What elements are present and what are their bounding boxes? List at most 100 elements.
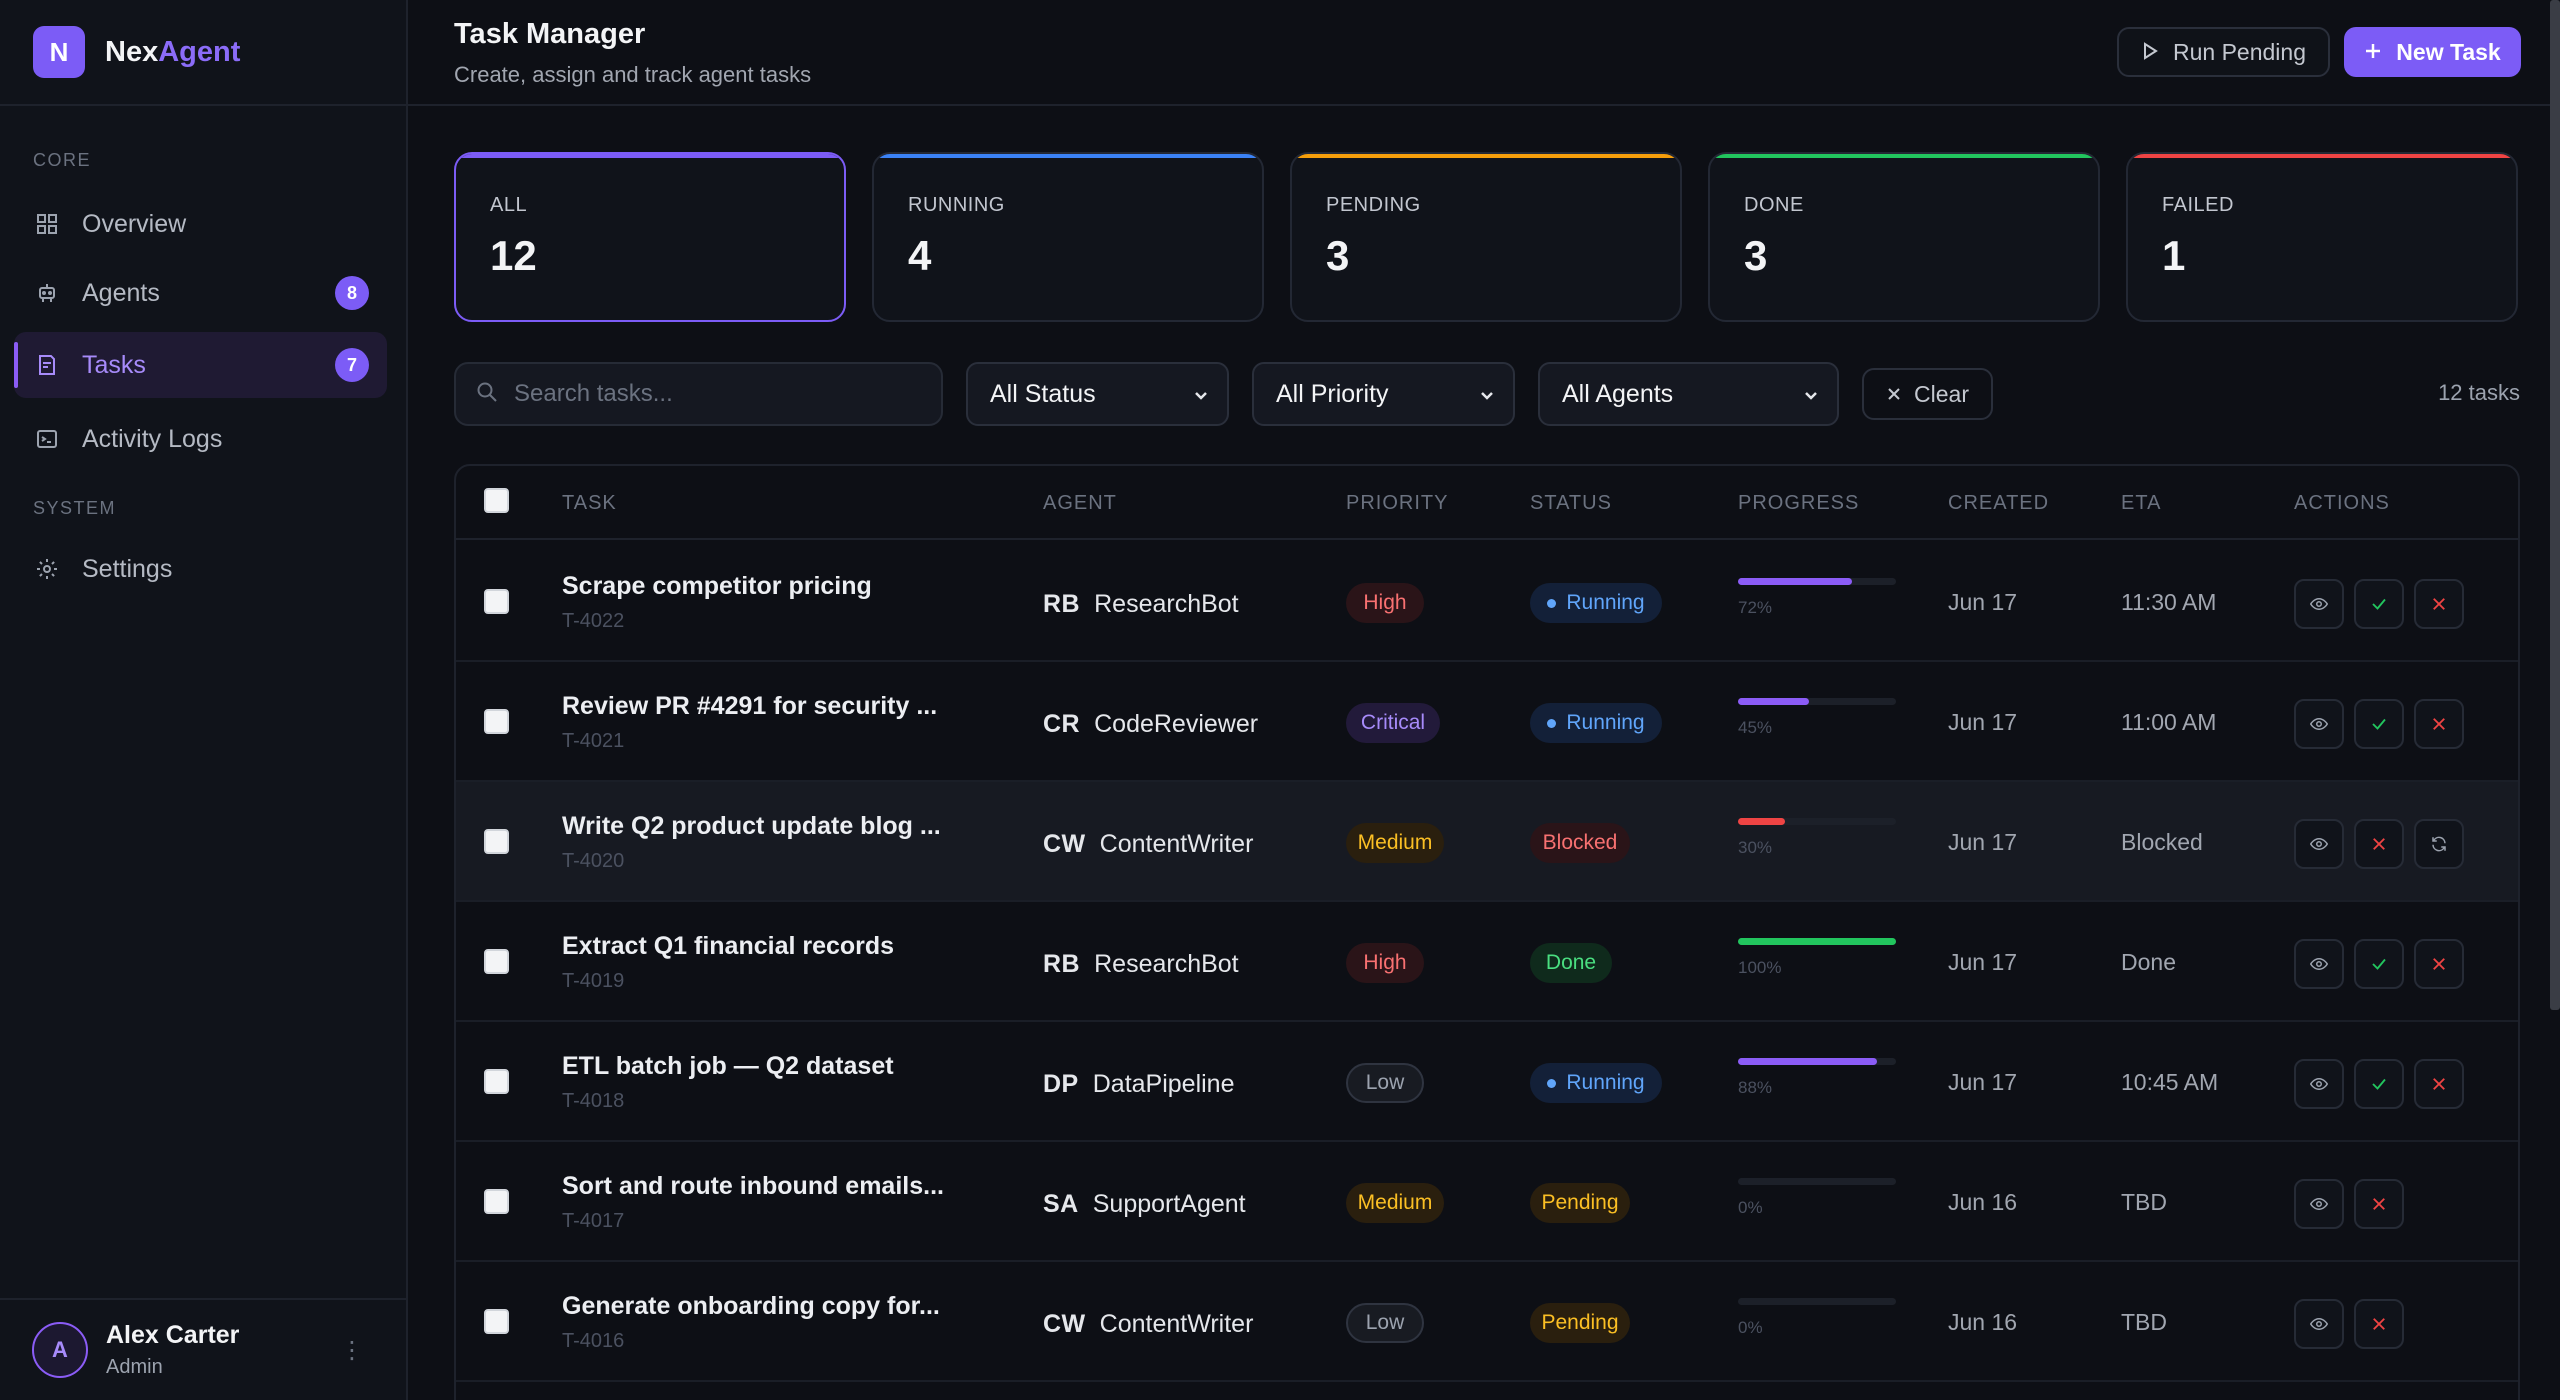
created-date: Jun 16 bbox=[1948, 1189, 2018, 1215]
stat-card-done[interactable]: DONE 3 bbox=[1708, 152, 2100, 322]
close-icon bbox=[2370, 835, 2388, 853]
cancel-task-button[interactable] bbox=[2414, 939, 2464, 989]
column-header-progress[interactable]: PROGRESS bbox=[1738, 492, 1859, 515]
search-box[interactable] bbox=[454, 362, 943, 426]
task-title[interactable]: Generate onboarding copy for... bbox=[562, 1292, 940, 1321]
stat-label: ALL bbox=[490, 194, 528, 216]
task-title[interactable]: Write Q2 product update blog ... bbox=[562, 812, 941, 841]
close-icon bbox=[2370, 1195, 2388, 1213]
new-task-button[interactable]: New Task bbox=[2344, 27, 2521, 77]
status-badge: Done bbox=[1530, 943, 1612, 983]
sidebar-item-agents[interactable]: Agents 8 bbox=[14, 260, 387, 326]
task-title[interactable]: Sort and route inbound emails... bbox=[562, 1172, 944, 1201]
task-title[interactable]: Scrape competitor pricing bbox=[562, 572, 872, 601]
brand[interactable]: N NexAgent bbox=[0, 0, 406, 106]
row-checkbox[interactable] bbox=[484, 709, 509, 734]
task-title[interactable]: ETL batch job — Q2 dataset bbox=[562, 1052, 894, 1081]
agent-name: CodeReviewer bbox=[1094, 710, 1259, 738]
row-checkbox[interactable] bbox=[484, 1309, 509, 1334]
close-icon bbox=[2430, 1075, 2448, 1093]
agent-cell: RB ResearchBot bbox=[1043, 950, 1239, 979]
column-header-eta[interactable]: ETA bbox=[2121, 492, 2161, 515]
eye-icon bbox=[2310, 595, 2328, 613]
table-row[interactable]: Sort and route inbound emails... T-4017 SA… bbox=[456, 1142, 2518, 1262]
retry-task-button[interactable] bbox=[2414, 819, 2464, 869]
cancel-task-button[interactable] bbox=[2414, 579, 2464, 629]
view-task-button[interactable] bbox=[2294, 1299, 2344, 1349]
select-all-checkbox[interactable] bbox=[484, 488, 509, 513]
scrollbar[interactable] bbox=[2550, 0, 2560, 1010]
stat-value: 3 bbox=[1744, 232, 1768, 279]
clear-filters-button[interactable]: Clear bbox=[1862, 368, 1993, 420]
search-input[interactable] bbox=[514, 380, 914, 408]
table-row[interactable]: Review PR #4291 for security ... T-4021 CR… bbox=[456, 662, 2518, 782]
column-header-priority[interactable]: PRIORITY bbox=[1346, 492, 1448, 515]
approve-task-button[interactable] bbox=[2354, 939, 2404, 989]
more-options-icon[interactable]: ⋮ bbox=[340, 1336, 364, 1365]
view-task-button[interactable] bbox=[2294, 939, 2344, 989]
view-task-button[interactable] bbox=[2294, 699, 2344, 749]
cancel-task-button[interactable] bbox=[2354, 819, 2404, 869]
sidebar-item-overview[interactable]: Overview bbox=[14, 191, 387, 257]
table-row[interactable]: Extract Q1 financial records T-4019 RB Rese… bbox=[456, 902, 2518, 1022]
view-task-button[interactable] bbox=[2294, 1059, 2344, 1109]
view-task-button[interactable] bbox=[2294, 579, 2344, 629]
stat-accent-bar bbox=[1710, 154, 2098, 158]
priority-filter-value: All Priority bbox=[1276, 379, 1389, 408]
column-header-task[interactable]: TASK bbox=[562, 492, 617, 515]
status-badge: Running bbox=[1530, 703, 1662, 743]
cancel-task-button[interactable] bbox=[2414, 699, 2464, 749]
row-checkbox[interactable] bbox=[484, 949, 509, 974]
progress-fill bbox=[1738, 698, 1810, 705]
check-icon bbox=[2370, 955, 2388, 973]
approve-task-button[interactable] bbox=[2354, 579, 2404, 629]
run-pending-label: Run Pending bbox=[2173, 38, 2306, 65]
status-dot bbox=[1547, 1078, 1557, 1088]
priority-label: Low bbox=[1365, 1071, 1405, 1094]
column-header-created[interactable]: CREATED bbox=[1948, 492, 2049, 515]
eta-value: TBD bbox=[2121, 1189, 2167, 1215]
sidebar-item-tasks[interactable]: Tasks 7 bbox=[14, 332, 387, 398]
table-row[interactable]: Scrape competitor pricing T-4022 RB Researc… bbox=[456, 542, 2518, 662]
approve-task-button[interactable] bbox=[2354, 1059, 2404, 1109]
stat-value: 3 bbox=[1326, 232, 1350, 279]
view-task-button[interactable] bbox=[2294, 1179, 2344, 1229]
stat-card-pending[interactable]: PENDING 3 bbox=[1290, 152, 1682, 322]
stat-card-all[interactable]: ALL 12 bbox=[454, 152, 846, 322]
gear-icon bbox=[34, 556, 60, 582]
stat-card-running[interactable]: RUNNING 4 bbox=[872, 152, 1264, 322]
cancel-task-button[interactable] bbox=[2414, 1059, 2464, 1109]
status-filter-select[interactable]: All Status bbox=[966, 362, 1229, 426]
stat-label: PENDING bbox=[1326, 194, 1421, 216]
stat-card-failed[interactable]: FAILED 1 bbox=[2126, 152, 2518, 322]
cancel-task-button[interactable] bbox=[2354, 1179, 2404, 1229]
row-checkbox[interactable] bbox=[484, 829, 509, 854]
column-header-status[interactable]: STATUS bbox=[1530, 492, 1612, 515]
tasks-count-badge: 7 bbox=[335, 348, 369, 382]
approve-task-button[interactable] bbox=[2354, 699, 2404, 749]
run-pending-button[interactable]: Run Pending bbox=[2117, 27, 2330, 77]
row-checkbox[interactable] bbox=[484, 589, 509, 614]
progress-bar bbox=[1738, 818, 1896, 825]
agent-name: ResearchBot bbox=[1094, 950, 1239, 978]
table-row[interactable]: ETL batch job — Q2 dataset T-4018 DP DataPi… bbox=[456, 1022, 2518, 1142]
task-id: T-4019 bbox=[562, 970, 625, 992]
task-title[interactable]: Extract Q1 financial records bbox=[562, 932, 894, 961]
terminal-icon bbox=[34, 426, 60, 452]
sidebar-item-activity-logs[interactable]: Activity Logs bbox=[14, 406, 387, 472]
view-task-button[interactable] bbox=[2294, 819, 2344, 869]
cancel-task-button[interactable] bbox=[2354, 1299, 2404, 1349]
task-title[interactable]: Review PR #4291 for security ... bbox=[562, 692, 937, 721]
status-badge: Blocked bbox=[1530, 823, 1630, 863]
task-list-icon bbox=[34, 352, 60, 378]
table-row[interactable]: Write Q2 product update blog ... T-4020 CW… bbox=[456, 782, 2518, 902]
sidebar-item-settings[interactable]: Settings bbox=[14, 536, 387, 602]
column-header-agent[interactable]: AGENT bbox=[1043, 492, 1117, 515]
table-row[interactable]: Generate onboarding copy for... T-4016 CW C… bbox=[456, 1262, 2518, 1382]
agent-filter-select[interactable]: All Agents bbox=[1538, 362, 1839, 426]
row-checkbox[interactable] bbox=[484, 1189, 509, 1214]
row-checkbox[interactable] bbox=[484, 1069, 509, 1094]
status-label: Pending bbox=[1541, 1191, 1619, 1214]
user-profile[interactable]: A Alex Carter Admin ⋮ bbox=[0, 1298, 406, 1400]
priority-filter-select[interactable]: All Priority bbox=[1252, 362, 1515, 426]
